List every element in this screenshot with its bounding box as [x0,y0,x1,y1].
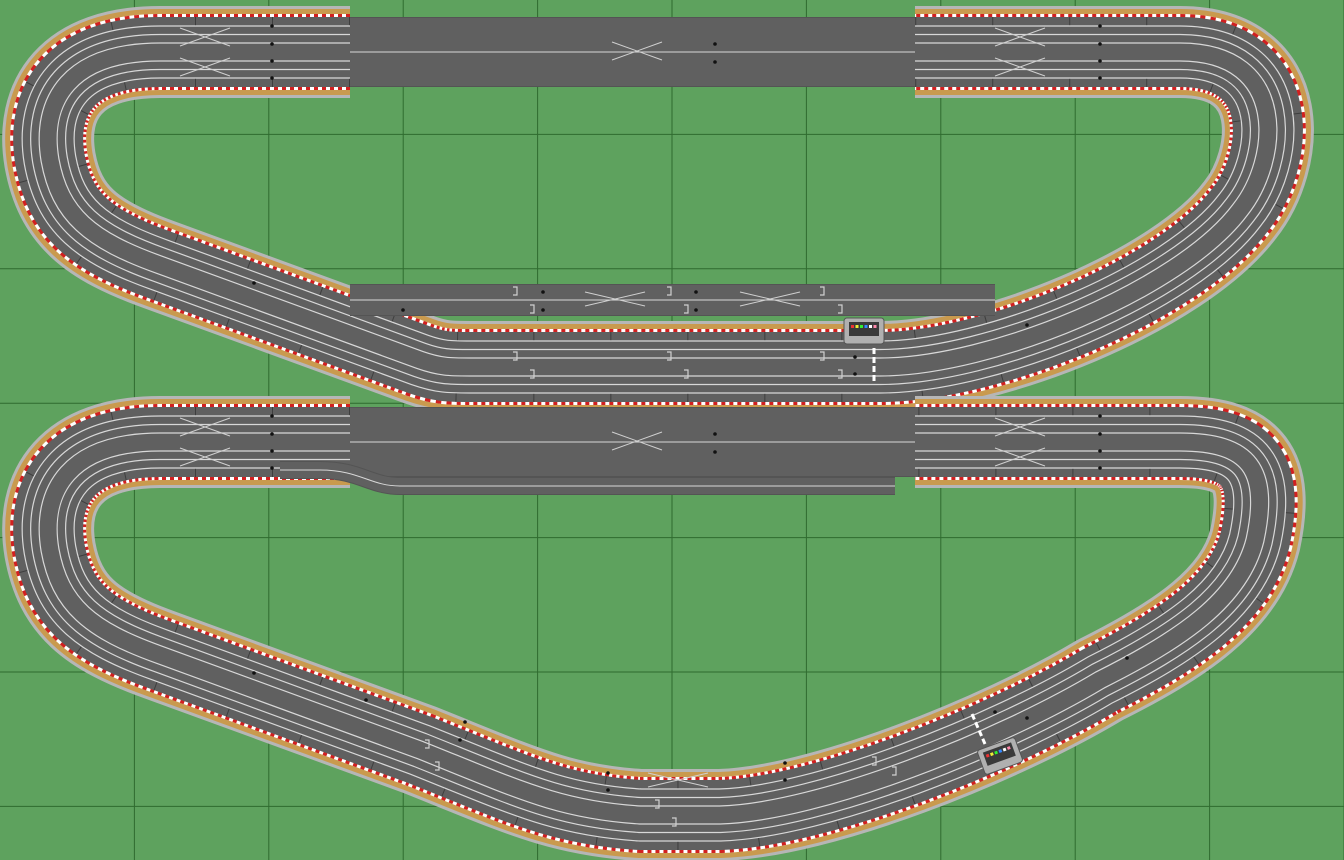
lane-sensor-dot [694,290,698,294]
lane-sensor-dot [606,771,610,775]
lane-sensor-dot [783,778,787,782]
lane-sensor-dot [1098,42,1102,46]
lap-counter-icon [843,317,885,345]
lane-sensor-dot [541,308,545,312]
lane-sensor-dot [853,372,857,376]
lane-sensor-dot [1098,76,1102,80]
lane-sensor-dot [270,24,274,28]
lane-sensor-dot [252,281,256,285]
lane-sensor-dot [252,671,256,675]
lane-sensor-dot [364,698,368,702]
lap-counter-light [873,325,877,328]
lap-counter-light [864,325,868,328]
lap-counter-screen [849,322,879,336]
lane-sensor-dot [1098,466,1102,470]
lane-sensor-dot [993,710,997,714]
lane-sensor-dot [1098,414,1102,418]
lane-sensor-dot [713,432,717,436]
lane-sensor-dot [401,308,405,312]
lane-sensor-dot [270,432,274,436]
lane-sensor-dot [1098,432,1102,436]
lane-sensor-dot [1125,656,1129,660]
lane-sensor-dot [1098,449,1102,453]
lane-sensor-dot [783,761,787,765]
lane-sensor-dot [270,59,274,63]
lane-sensor-dot [853,355,857,359]
lane-sensor-dot [713,450,717,454]
lap-counter-light [855,325,859,328]
lane-sensor-dot [270,76,274,80]
lane-sensor-dot [1025,716,1029,720]
lane-sensor-dot [458,738,462,742]
lane-sensor-dot [270,466,274,470]
lane-sensor-dot [463,720,467,724]
lane-sensor-dot [694,308,698,312]
lane-sensor-dot [713,60,717,64]
track-plan-svg [0,0,1344,860]
lap-counter-light [869,325,872,328]
lane-sensor-dot [606,788,610,792]
lane-sensor-dot [541,290,545,294]
track-layout-canvas [0,0,1344,860]
lane-sensor-dot [1025,323,1029,327]
lane-sensor-dot [270,42,274,46]
lane-sensor-dot [713,42,717,46]
lane-sensor-dot [270,449,274,453]
lap-counter-light [860,325,863,328]
lane-sensor-dot [1098,59,1102,63]
lane-sensor-dot [1098,24,1102,28]
lap-counter-light [851,325,854,328]
lane-sensor-dot [270,414,274,418]
